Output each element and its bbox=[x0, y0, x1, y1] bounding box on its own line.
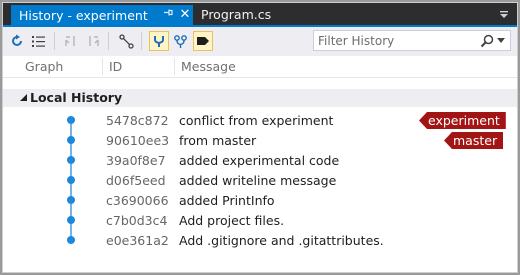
tags-icon bbox=[197, 37, 209, 45]
branch-button[interactable] bbox=[116, 31, 136, 51]
commit-message: from master bbox=[179, 133, 257, 148]
commit-row[interactable]: 39a0f8e7 added experimental code bbox=[3, 151, 517, 171]
tab-program-cs[interactable]: Program.cs bbox=[195, 5, 277, 25]
commit-message: Add project files. bbox=[179, 213, 285, 228]
commit-node bbox=[67, 176, 75, 184]
column-divider[interactable] bbox=[102, 58, 103, 75]
commit-message: added writeline message bbox=[179, 173, 337, 188]
tags-button[interactable] bbox=[193, 31, 213, 51]
next-icon bbox=[89, 36, 99, 46]
column-divider[interactable] bbox=[174, 58, 175, 75]
commit-row[interactable]: c3690066 added PrintInfo bbox=[3, 191, 517, 211]
list-view-button[interactable] bbox=[29, 31, 49, 51]
commit-id: c7b0d3c4 bbox=[106, 213, 168, 228]
commit-node bbox=[67, 116, 75, 124]
commit-row[interactable]: e0e361a2 Add .gitignore and .gitattribut… bbox=[3, 231, 517, 251]
commit-row[interactable]: d06f5eed added writeline message bbox=[3, 171, 517, 191]
commit-id: 39a0f8e7 bbox=[106, 153, 166, 168]
commit-row[interactable]: 90610ee3 from master master bbox=[3, 131, 517, 151]
filter-history-input[interactable] bbox=[318, 31, 478, 50]
commit-node bbox=[67, 156, 75, 164]
filter-search-button[interactable] bbox=[480, 33, 508, 49]
commit-row[interactable]: c7b0d3c4 Add project files. bbox=[3, 211, 517, 231]
commit-node bbox=[67, 196, 75, 204]
commit-node bbox=[67, 216, 75, 224]
refresh-button[interactable] bbox=[7, 31, 27, 51]
previous-button[interactable] bbox=[61, 31, 81, 51]
commit-id: d06f5eed bbox=[106, 173, 166, 188]
branch-badge-experiment[interactable]: experiment bbox=[419, 112, 506, 129]
pin-icon[interactable] bbox=[161, 6, 175, 22]
collapse-triangle-icon[interactable] bbox=[18, 92, 28, 102]
remote-branches-icon bbox=[174, 34, 187, 48]
tab-strip: History - experiment ✕ Program.cs bbox=[3, 3, 517, 25]
commit-node bbox=[67, 236, 75, 244]
history-window: History - experiment ✕ Program.cs Filter… bbox=[2, 2, 518, 273]
toolbar-separator bbox=[141, 32, 142, 50]
column-id[interactable]: ID bbox=[109, 59, 122, 74]
branch-icon bbox=[118, 33, 134, 49]
next-button[interactable] bbox=[83, 31, 103, 51]
commit-id: 90610ee3 bbox=[106, 133, 170, 148]
commit-node bbox=[67, 136, 75, 144]
filter-history-box bbox=[313, 30, 511, 51]
commit-message: added experimental code bbox=[179, 153, 340, 168]
tab-history-label: History - experiment bbox=[19, 7, 148, 23]
commit-message: added PrintInfo bbox=[179, 193, 275, 208]
commit-id: e0e361a2 bbox=[106, 233, 169, 248]
group-local-history[interactable]: Local History bbox=[3, 89, 517, 107]
search-icon bbox=[480, 34, 494, 48]
dropdown-icon bbox=[497, 38, 505, 43]
tab-dropdown-icon[interactable] bbox=[496, 7, 512, 23]
show-branches-icon bbox=[154, 36, 164, 47]
group-label: Local History bbox=[30, 90, 123, 105]
column-header: Graph ID Message bbox=[3, 56, 517, 78]
commit-id: 5478c872 bbox=[106, 113, 169, 128]
close-icon[interactable]: ✕ bbox=[178, 6, 192, 22]
commit-id: c3690066 bbox=[106, 193, 169, 208]
column-graph[interactable]: Graph bbox=[25, 59, 63, 74]
toolbar bbox=[3, 27, 517, 56]
tab-history[interactable]: History - experiment ✕ bbox=[11, 5, 193, 25]
commit-message: Add .gitignore and .gitattributes. bbox=[179, 233, 384, 248]
refresh-icon bbox=[12, 34, 22, 46]
toolbar-separator bbox=[54, 32, 55, 50]
list-view-icon bbox=[32, 35, 45, 47]
branch-badge-master[interactable]: master bbox=[444, 132, 504, 149]
column-message[interactable]: Message bbox=[181, 59, 236, 74]
previous-icon bbox=[65, 36, 75, 46]
remote-branches-button[interactable] bbox=[171, 31, 191, 51]
commit-row[interactable]: 5478c872 conflict from experiment experi… bbox=[3, 111, 517, 131]
commit-message: conflict from experiment bbox=[179, 113, 334, 128]
show-branches-button[interactable] bbox=[149, 31, 169, 51]
toolbar-separator bbox=[108, 32, 109, 50]
